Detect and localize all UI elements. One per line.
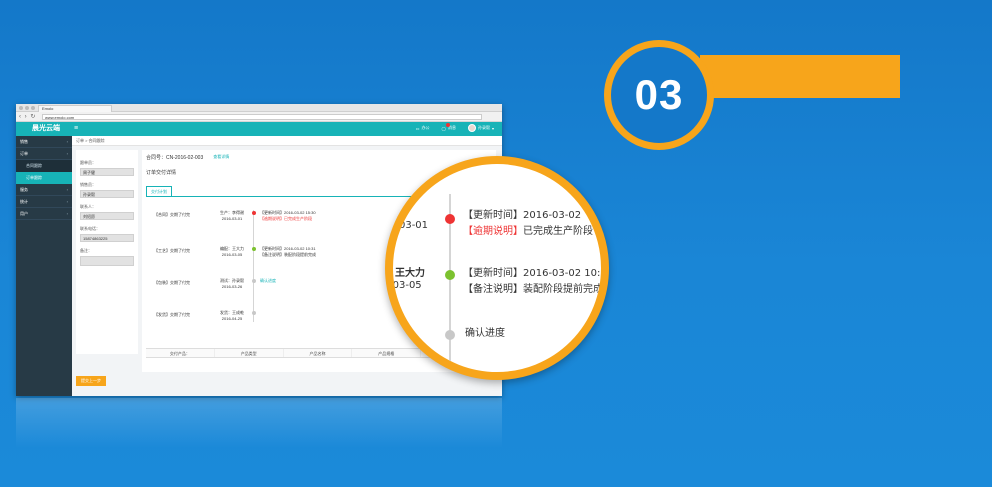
status-dot-icon (252, 311, 256, 315)
address-bar: ‹ › ↻ www.emolo.com (16, 112, 502, 122)
status-dot-icon (252, 279, 256, 283)
notification-badge (445, 123, 450, 127)
person-date: 2016-04-25 (221, 316, 243, 321)
person-name: 编配：王大力 (220, 246, 244, 251)
sidebar: 销售 订单 合同跟踪 订单跟踪 服务 统计 用户 (16, 136, 72, 396)
magnified-confirm-link[interactable]: 确认进度 (465, 324, 505, 339)
person-name: 生产：李得谢 (220, 210, 244, 215)
table-header-cell: 产品名称 (283, 349, 353, 357)
user-name: 孙录毅 (477, 125, 490, 130)
magnifier-lens: 6-03-01 【更新时间】2016-03-02 【逾期说明】已完成生产阶段 王… (385, 156, 609, 380)
remark-field[interactable] (80, 256, 134, 266)
contract-number: 合同号：CN-2016-02-003 (146, 155, 204, 161)
browser-reflection (16, 398, 502, 448)
window-controls[interactable] (19, 106, 35, 110)
step-number: 03 (634, 71, 684, 118)
contact-field[interactable]: 刘绍愿 (80, 212, 134, 220)
person-name: 发货：王成乾 (220, 310, 244, 315)
book-icon: ▭ (415, 125, 420, 131)
browser-tab[interactable]: Emolo (38, 105, 112, 112)
url-input[interactable]: www.emolo.com (42, 114, 482, 120)
magnified-overdue-note: 【逾期说明】已完成生产阶段 (463, 226, 593, 237)
app-header: 晨光云端 ≡ ▭ 办公 ◯ 消息 孙录毅 ▾ (16, 122, 502, 136)
menu-toggle-icon[interactable]: ≡ (74, 124, 78, 134)
note-line: 【备注说明】装配阶段提前完成 (260, 252, 316, 257)
sidebar-item-stats[interactable]: 统计 (16, 196, 72, 208)
field-label: 备注： (80, 248, 92, 253)
table-header-cell: 产品规格 (352, 349, 422, 357)
timeline-label: 【合同】交期了付完 (154, 212, 190, 217)
breadcrumb: 订单 > 合同跟踪 (72, 136, 502, 146)
chevron-down-icon: ▾ (491, 125, 494, 131)
avatar (467, 124, 476, 132)
magnified-update-time: 【更新时间】2016-03-02 10:31 (463, 268, 609, 279)
badge-bar (700, 55, 900, 98)
sidebar-item-sales[interactable]: 销售 (16, 136, 72, 148)
timeline-note: 【更新时间】2016-03-02 10:31 【备注说明】装配阶段提前完成 (260, 246, 380, 258)
magnified-date: -03-05 (389, 280, 422, 291)
tab-delivery-plan[interactable]: 交付计划 (146, 186, 172, 196)
timeline-person: 测试：孙录毅 2016-03-26 (214, 278, 250, 290)
magnified-update-time: 【更新时间】2016-03-02 (463, 210, 582, 221)
timeline-person: 生产：李得谢 2016-03-01 (214, 210, 250, 222)
salesperson-field[interactable]: 孙录毅 (80, 190, 134, 198)
nav-arrows-icon[interactable]: ‹ › ↻ (19, 113, 36, 120)
person-date: 2016-03-01 (221, 216, 243, 221)
timeline-row: 【合同】交期了付完 生产：李得谢 2016-03-01 【更新时间】2016-03… (146, 210, 406, 240)
magnified-remark-note: 【备注说明】装配阶段提前完成 (463, 284, 603, 295)
magnified-date: 6-03-01 (389, 220, 429, 231)
follower-field[interactable]: 周子健 (80, 168, 134, 176)
field-label: 联系电话： (80, 226, 100, 231)
magnified-person: 乾 (401, 326, 411, 337)
submit-button[interactable]: 提交上一步 (76, 376, 106, 386)
maximize-dot-icon[interactable] (31, 106, 35, 110)
field-label: 销售员： (80, 182, 96, 187)
timeline-label: 【发货】交期了付完 (154, 312, 190, 317)
confirm-progress-link[interactable]: 确认进度 (260, 278, 380, 284)
timeline-label: 【工艺】交期了付完 (154, 248, 190, 253)
note-line: 【逾期说明】已完成生产阶段 (260, 216, 312, 221)
app-logo[interactable]: 晨光云端 (32, 124, 72, 134)
sidebar-sub-order-tracking[interactable]: 订单跟踪 (16, 172, 72, 184)
person-name: 测试：孙录毅 (220, 278, 244, 283)
timeline-person: 发货：王成乾 2016-04-25 (214, 310, 250, 322)
order-form: 跟单员： 周子健 销售员： 孙录毅 联系人： 刘绍愿 联系电话： 1587486… (76, 150, 138, 354)
timeline-row: 【工艺】交期了付完 编配：王大力 2016-03-05 【更新时间】2016-03… (146, 246, 406, 276)
message-button[interactable]: ◯ 消息 (441, 123, 456, 131)
person-date: 2016-03-05 (221, 252, 243, 257)
table-header-cell: 交付产品： (146, 349, 215, 357)
sidebar-sub-contract-tracking[interactable]: 合同跟踪 (16, 160, 72, 172)
person-date: 2016-03-26 (221, 284, 243, 289)
header-actions: ▭ 办公 ◯ 消息 孙录毅 ▾ (416, 123, 494, 132)
timeline-person: 编配：王大力 2016-03-05 (214, 246, 250, 258)
browser-titlebar: Emolo (16, 104, 502, 112)
magnified-green-dot-icon (445, 270, 455, 280)
magnified-person: 王大力 (395, 268, 425, 279)
sidebar-item-orders[interactable]: 订单 (16, 148, 72, 160)
sidebar-item-users[interactable]: 用户 (16, 208, 72, 220)
field-label: 跟单员： (80, 160, 96, 165)
note-line: 【更新时间】2016-03-02 10:31 (260, 246, 316, 251)
status-dot-icon (252, 247, 256, 251)
step-badge: 03 (604, 40, 714, 150)
magnified-gray-dot-icon (445, 330, 455, 340)
field-label: 联系人： (80, 204, 96, 209)
phone-field[interactable]: 15874863225 (80, 234, 134, 242)
timeline-note: 【更新时间】2016-03-02 15:30 【逾期说明】已完成生产阶段 (260, 210, 380, 222)
close-dot-icon[interactable] (19, 106, 23, 110)
timeline-label: 【包装】交期了付完 (154, 280, 190, 285)
timeline-row: 【发货】交期了付完 发货：王成乾 2016-04-25 (146, 310, 406, 340)
sidebar-item-service[interactable]: 服务 (16, 184, 72, 196)
office-label: 办公 (421, 125, 430, 130)
magnified-red-dot-icon (445, 214, 455, 224)
status-dot-icon (252, 211, 256, 215)
table-header-cell: 产品类型 (214, 349, 284, 357)
bell-icon: ◯ (441, 125, 446, 131)
note-line: 【更新时间】2016-03-02 15:30 (260, 210, 316, 215)
contract-detail-link[interactable]: 查看详情 (213, 154, 229, 161)
office-button[interactable]: ▭ 办公 (416, 125, 430, 131)
minimize-dot-icon[interactable] (25, 106, 29, 110)
timeline-row: 【包装】交期了付完 测试：孙录毅 2016-03-26 确认进度 (146, 278, 406, 308)
user-menu[interactable]: 孙录毅 ▾ (467, 124, 494, 132)
